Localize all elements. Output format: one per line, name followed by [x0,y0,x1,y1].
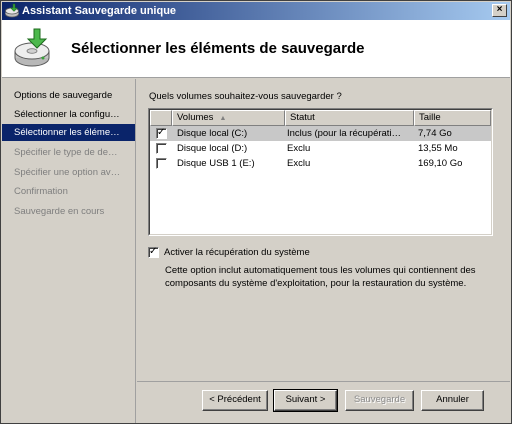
volumes-question: Quels volumes souhaitez-vous sauvegarder… [149,91,342,102]
nav-step-progress: Sauvegarde en cours [14,206,105,217]
column-header-check[interactable] [150,110,172,126]
wizard-footer: < Précédent Suivant > Sauvegarde Annuler [137,381,510,423]
table-row[interactable]: ✓ Disque local (C:) Inclus (pour la récu… [150,126,491,141]
page-title: Sélectionner les éléments de sauvegarde [71,40,365,57]
wizard-window: Assistant Sauvegarde unique × Sélectionn… [0,0,512,424]
nav-step-advanced-option: Spécifier une option av… [14,167,121,178]
nav-step-select-items[interactable]: Sélectionner les éléme… [2,124,135,141]
volumes-list[interactable]: Volumes ▲ Statut Taille ✓ Disque local (C… [148,108,493,236]
system-recovery-label[interactable]: Activer la récupération du système [164,247,310,258]
table-row[interactable]: Disque local (D:) Exclu 13,55 Mo [150,141,491,156]
column-header-size[interactable]: Taille [414,110,491,126]
volume-size: 169,10 Go [418,158,463,169]
volumes-list-frame: Volumes ▲ Statut Taille ✓ Disque local (C… [149,109,492,235]
next-button[interactable]: Suivant > [273,389,338,412]
checkmark-icon: ✓ [149,246,158,257]
window-title: Assistant Sauvegarde unique [22,5,177,17]
volume-status: Exclu [287,143,311,154]
list-header: Volumes ▲ Statut Taille [150,110,491,126]
volume-size: 13,55 Mo [418,143,458,154]
main-content: Quels volumes souhaitez-vous sauvegarder… [137,79,510,381]
checkmark-icon: ✓ [157,127,166,138]
volume-status: Inclus (pour la récupérati… [287,128,402,139]
volume-size: 7,74 Go [418,128,452,139]
volume-name: Disque local (D:) [177,143,248,154]
previous-button[interactable]: < Précédent [202,390,268,411]
nav-step-confirmation: Confirmation [14,186,68,197]
volume-name: Disque local (C:) [177,128,248,139]
sort-ascending-icon: ▲ [219,115,227,122]
column-header-status[interactable]: Statut [285,110,414,126]
cancel-button[interactable]: Annuler [421,390,484,411]
volume-name: Disque USB 1 (E:) [177,158,255,169]
nav-step-destination-type: Spécifier le type de de… [14,147,118,158]
column-header-volumes[interactable]: Volumes ▲ [172,110,285,126]
nav-step-configuration[interactable]: Sélectionner la configu… [2,106,135,123]
volume-checkbox[interactable]: ✓ [156,127,167,139]
backup-disk-icon [14,28,50,67]
volume-checkbox[interactable] [156,158,167,169]
column-volumes-label: Volumes [177,112,214,123]
system-recovery-checkbox[interactable]: ✓ [148,246,159,258]
wizard-steps-nav: Options de sauvegarde Sélectionner la co… [2,79,136,423]
title-bar[interactable]: Assistant Sauvegarde unique × [2,2,510,20]
system-recovery-description: Cette option inclut automatiquement tous… [165,265,476,289]
close-button[interactable]: × [492,4,507,17]
table-row[interactable]: Disque USB 1 (E:) Exclu 169,10 Go [150,156,491,171]
close-icon: × [496,4,503,15]
wizard-header: Sélectionner les éléments de sauvegarde [2,20,510,78]
volume-status: Exclu [287,158,311,169]
backup-button: Sauvegarde [345,390,414,411]
backup-app-icon [5,3,19,18]
nav-step-options[interactable]: Options de sauvegarde [2,87,135,104]
volume-checkbox[interactable] [156,143,167,154]
